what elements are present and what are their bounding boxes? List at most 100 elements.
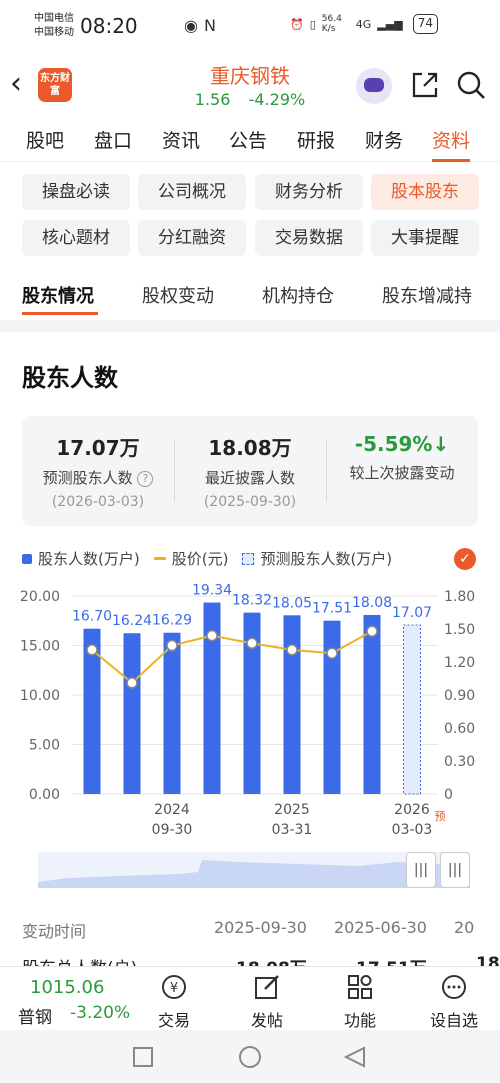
- y-right-tick: 0: [444, 787, 453, 803]
- alarm-icon: ⏰: [290, 17, 304, 31]
- y-right-tick: 0.30: [444, 754, 475, 770]
- change-label: 较上次披露变动: [349, 464, 455, 482]
- eye-icon: ◉: [184, 16, 204, 35]
- index-change[interactable]: -3.20%: [70, 1003, 130, 1023]
- summary-forecast: 17.07万 预测股东人数 ? (2026-03-03): [22, 416, 174, 526]
- chip-company-overview[interactable]: 公司概况: [138, 174, 246, 210]
- functions-button[interactable]: 功能: [330, 971, 390, 1031]
- forecast-mark: 预: [435, 810, 446, 823]
- system-icons: ⏰ ▯ 56.4 K/s 4G ▂▄▆ 74: [290, 14, 438, 34]
- chip-core-themes[interactable]: 核心题材: [22, 220, 130, 256]
- tab-profile[interactable]: 资料: [432, 116, 471, 162]
- latest-value: 18.08万: [208, 436, 292, 460]
- change-value: -5.59%↓: [354, 432, 450, 456]
- tab-news[interactable]: 资讯: [162, 116, 200, 153]
- y-right-tick: 1.20: [444, 655, 475, 671]
- add-watchlist-label: 设自选: [429, 1011, 478, 1030]
- legend-bar[interactable]: 股东人数(万户): [22, 548, 140, 569]
- trade-label: 交易: [157, 1011, 190, 1030]
- subtab-shareholder-info[interactable]: 股东情况: [22, 282, 94, 308]
- y-left-tick: 15.00: [20, 639, 60, 655]
- forecast-label: 预测股东人数: [42, 469, 133, 487]
- bar-value-label: 18.05: [272, 595, 312, 611]
- table-header-time: 变动时间: [22, 922, 87, 941]
- y-right-tick: 1.50: [444, 622, 475, 638]
- y-left-tick: 5.00: [29, 738, 60, 754]
- shareholder-chart: 20.00 15.00 10.00 5.00 0.00 1.80 1.50 1.20 0.90 0…: [20, 583, 475, 838]
- tab-pankou[interactable]: 盘口: [94, 116, 132, 153]
- ai-assistant-icon[interactable]: [356, 68, 392, 104]
- bar-value-label: 16.70: [72, 609, 112, 625]
- bottom-bar: 1015.06 普钢 -3.20% ¥ 交易 发帖 功能 设自选: [0, 966, 500, 1030]
- y-left-tick: 0.00: [29, 787, 60, 803]
- bar: [283, 615, 301, 794]
- bar: [363, 615, 381, 794]
- x-tick-date: 03-31: [272, 822, 313, 838]
- tab-finance[interactable]: 财务: [365, 116, 403, 153]
- shareholder-count-card: 股东人数 17.07万 预测股东人数 ? (2026-03-03) 18.08万…: [0, 332, 500, 979]
- legend-forecast[interactable]: 预测股东人数(万户): [242, 548, 392, 569]
- help-icon[interactable]: ?: [137, 471, 154, 487]
- scroller-handle-right[interactable]: |||: [440, 852, 470, 888]
- notification-icons: ◉N: [184, 16, 222, 35]
- legend-line-label: 股价(元): [171, 550, 229, 568]
- active-tab-indicator: [22, 312, 98, 315]
- bar-value-label: 19.34: [192, 583, 232, 599]
- top-nav: 股吧 盘口 资讯 公告 研报 财务 资料: [0, 116, 500, 162]
- index-name[interactable]: 普钢: [18, 1003, 52, 1028]
- subtab-equity-change[interactable]: 股权变动: [142, 282, 214, 308]
- index-value[interactable]: 1015.06: [30, 977, 104, 998]
- price-point: [86, 644, 98, 656]
- functions-label: 功能: [343, 1011, 376, 1030]
- subtab-holding-changes[interactable]: 股东增减持: [382, 282, 472, 308]
- bar-value-label: 18.32: [232, 593, 272, 609]
- bar: [323, 620, 341, 794]
- y-left-tick: 20.00: [20, 589, 60, 605]
- chart-legend: 股东人数(万户) 股价(元) 预测股东人数(万户): [22, 548, 406, 569]
- chip-shareholders[interactable]: 股本股东: [371, 174, 479, 210]
- post-label: 发帖: [250, 1011, 283, 1030]
- legend-bar-label: 股东人数(万户): [38, 550, 140, 568]
- chip-events[interactable]: 大事提醒: [371, 220, 479, 256]
- share-icon[interactable]: [410, 70, 440, 100]
- chip-dividends[interactable]: 分红融资: [138, 220, 246, 256]
- back-nav-icon[interactable]: [343, 1046, 365, 1068]
- price-point: [326, 647, 338, 659]
- forecast-value: 17.07万: [56, 436, 140, 460]
- bar: [123, 633, 141, 794]
- system-nav-bar: [0, 1030, 500, 1083]
- scroller-handle-left[interactable]: |||: [406, 852, 436, 888]
- latest-date: (2025-09-30): [203, 494, 297, 510]
- legend-line[interactable]: 股价(元): [153, 548, 229, 569]
- price-point: [366, 625, 378, 637]
- section-title: 股东人数: [22, 364, 118, 392]
- chip-trading-data[interactable]: 交易数据: [255, 220, 363, 256]
- price-point: [206, 629, 218, 642]
- status-bar: 中国电信 中国移动 08:20 ◉N ⏰ ▯ 56.4 K/s 4G ▂▄▆ 7…: [0, 0, 500, 56]
- category-chips: 操盘必读 公司概况 财务分析 股本股东 核心题材 分红融资 交易数据 大事提醒: [0, 162, 500, 266]
- add-watchlist-button[interactable]: 设自选: [424, 971, 484, 1031]
- stock-change: -4.29%: [248, 90, 306, 109]
- tab-announcements[interactable]: 公告: [229, 116, 267, 153]
- x-tick-year: 2026: [394, 802, 430, 818]
- home-icon[interactable]: [239, 1046, 261, 1068]
- subtab-institution-holdings[interactable]: 机构持仓: [262, 282, 334, 308]
- forecast-swatch: [242, 552, 255, 565]
- tab-guba[interactable]: 股吧: [26, 116, 64, 153]
- bar-swatch: [22, 553, 32, 564]
- trade-button[interactable]: ¥ 交易: [144, 971, 204, 1031]
- table-header-col2: 2025-06-30: [334, 918, 427, 937]
- carrier-1: 中国电信: [34, 13, 74, 24]
- chip-trading-guide[interactable]: 操盘必读: [22, 174, 130, 210]
- post-button[interactable]: 发帖: [237, 971, 297, 1031]
- check-icon[interactable]: ✓: [454, 548, 476, 570]
- tab-research[interactable]: 研报: [297, 116, 335, 153]
- clock: 08:20: [80, 14, 138, 38]
- x-tick-date: 03-03: [392, 822, 433, 838]
- chip-financial-analysis[interactable]: 财务分析: [255, 174, 363, 210]
- carrier-info: 中国电信 中国移动: [34, 12, 74, 40]
- y-right-tick: 1.80: [444, 589, 475, 605]
- price-point: [246, 637, 258, 650]
- recents-icon[interactable]: [133, 1047, 153, 1067]
- search-icon[interactable]: [456, 70, 486, 100]
